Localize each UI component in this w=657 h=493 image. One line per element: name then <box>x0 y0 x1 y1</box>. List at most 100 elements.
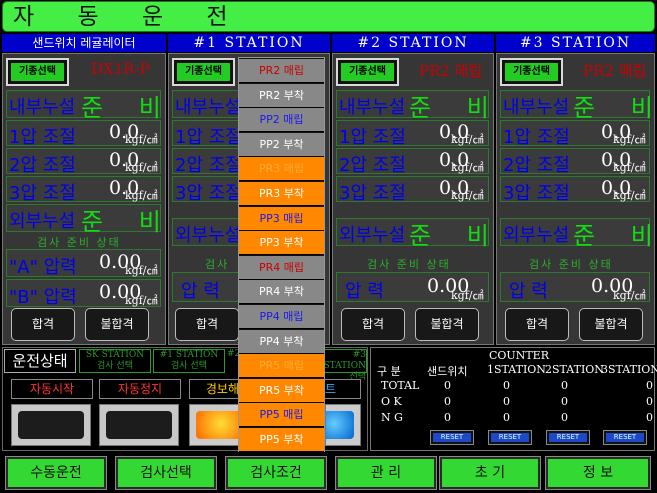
model-select-button[interactable]: 기종선택 <box>500 58 563 86</box>
nav-initialize-button[interactable]: 초 기 <box>439 456 541 490</box>
counter-value: 0 <box>561 395 568 408</box>
counter-header: 2STATION <box>545 363 604 376</box>
row-pressure2: 2압 조절 0.0 kgf/㎠ <box>500 148 650 176</box>
reset-button-station1[interactable]: RESET <box>488 430 532 445</box>
alarm-reset-label: 경보해 <box>189 379 239 399</box>
row-pressure3: 3압 조절 0.0 kgf/㎠ <box>336 176 489 204</box>
dropdown-item[interactable]: PP3 매립 <box>239 206 324 231</box>
dropdown-item[interactable]: PR4 매립 <box>239 255 324 280</box>
reset-button-sandwich[interactable]: RESET <box>430 430 474 445</box>
operation-title: 운전상태 <box>4 349 76 373</box>
counter-value: 0 <box>503 379 510 392</box>
row-internal-leak: 내부누설 준 비 <box>500 90 653 122</box>
row-pressure: 압 력 0.00 kgf/㎠ <box>336 272 489 302</box>
model-select-button[interactable]: 기종선택 <box>172 58 235 86</box>
row-pressure3: 3압 조절 0.0 kgf/㎠ <box>500 176 650 204</box>
dropdown-item[interactable]: PR5 매립 <box>239 354 324 379</box>
status-text: 검사 준비 상태 <box>529 258 613 271</box>
dropdown-item[interactable]: PP2 부착 <box>239 132 324 157</box>
dropdown-item[interactable]: PR2 부착 <box>239 83 324 108</box>
reset-button-station2[interactable]: RESET <box>546 430 590 445</box>
tab-station3[interactable]: #3 STATION 선택 <box>321 349 367 382</box>
selected-model: PR2 매립 <box>583 62 647 80</box>
model-dropdown-list[interactable]: PR2 매립 PR2 부착 PP2 매립 PP2 부착 PR3 매립 PR3 부착 PP3 … <box>238 57 325 452</box>
dropdown-item[interactable]: PP5 부착 <box>239 428 324 452</box>
row-pressure-b: "B" 압력 0.00 kgf/㎠ <box>6 279 161 308</box>
auto-stop-label: 자동정지 <box>99 379 181 399</box>
dropdown-item[interactable]: PR2 매립 <box>239 59 324 83</box>
selected-model: PR2 매립 <box>419 62 483 80</box>
dropdown-item[interactable]: PP4 부착 <box>239 329 324 354</box>
counter-value: 0 <box>561 379 568 392</box>
column-header-station2: #2 STATION <box>332 34 494 52</box>
counter-value: 0 <box>503 395 510 408</box>
nav-inspection-condition-button[interactable]: 검사조건 <box>225 456 327 490</box>
row-external-leak: 외부누설 준 비 <box>336 218 489 250</box>
counter-row-label: O K <box>381 395 402 408</box>
column-header-station1: #1 STATION <box>168 34 330 52</box>
counter-header: 샌드위치 <box>427 365 468 378</box>
nav-inspection-select-button[interactable]: 검사선택 <box>115 456 217 490</box>
counter-value: 0 <box>444 379 451 392</box>
dropdown-item[interactable]: PR3 부착 <box>239 182 324 206</box>
panel-sandwich: 기종선택 DX1R-P 내부누설 준 비 1압 조절 0.0 kgf/㎠ 2압 조절 0… <box>2 53 166 345</box>
row-pressure1: 1압 조절 0.0 kgf/㎠ <box>6 120 161 148</box>
model-select-button[interactable]: 기종선택 <box>6 58 69 86</box>
selected-model: DX1R-P <box>91 60 150 78</box>
counter-value: 0 <box>646 395 653 408</box>
reset-button[interactable] <box>325 404 361 446</box>
reset-button-station3[interactable]: RESET <box>603 430 647 445</box>
counter-row-label: N G <box>381 411 403 424</box>
page-title: 자 동 운 전 <box>13 4 246 30</box>
counter-header: 1STATION <box>487 363 546 376</box>
pass-button[interactable]: 합격 <box>11 308 75 341</box>
tab-station2[interactable]: #2 <box>227 349 240 373</box>
counter-title: COUNTER <box>489 349 549 362</box>
panel-station2: 기종선택 PR2 매립 내부누설 준 비 1압 조절 0.0 kgf/㎠ 2압 조절 0… <box>332 53 494 345</box>
dropdown-item[interactable]: PP4 매립 <box>239 305 324 329</box>
dropdown-item[interactable]: PR5 부착 <box>239 378 324 403</box>
nav-info-button[interactable]: 정 보 <box>545 456 651 490</box>
row-pressure2: 2압 조절 0.0 kgf/㎠ <box>336 148 489 176</box>
auto-start-button[interactable] <box>11 404 91 446</box>
row-external-leak: 외부누설 준 비 <box>500 218 653 250</box>
status-text: 검사 준비 상태 <box>367 258 451 271</box>
nav-manual-operation-button[interactable]: 수동운전 <box>5 456 107 490</box>
counter-header: 구 분 <box>377 365 401 378</box>
dropdown-item[interactable]: PP3 부착 <box>239 231 324 256</box>
nav-management-button[interactable]: 관 리 <box>335 456 437 490</box>
dropdown-item[interactable]: PP2 매립 <box>239 108 324 133</box>
fail-button[interactable]: 불합격 <box>579 308 643 341</box>
pass-button[interactable]: 합격 <box>505 308 569 341</box>
fail-button[interactable]: 불합격 <box>415 308 479 341</box>
row-pressure2: 2압 조절 0.0 kgf/㎠ <box>6 148 161 176</box>
pass-button[interactable]: 합격 <box>341 308 405 341</box>
counter-value: 0 <box>646 379 653 392</box>
counter-value: 0 <box>444 395 451 408</box>
counter-row-label: TOTAL <box>381 379 420 392</box>
pass-button[interactable]: 합격 <box>175 308 239 341</box>
row-external-leak: 외부누설 준 비 <box>6 204 161 236</box>
row-internal-leak: 내부누설 준 비 <box>6 90 161 122</box>
auto-stop-button[interactable] <box>99 404 179 446</box>
counter-value: 0 <box>503 411 510 424</box>
row-pressure1: 1압 조절 0.0 kgf/㎠ <box>336 120 489 148</box>
dropdown-item[interactable]: PR4 부착 <box>239 280 324 305</box>
title-bar: 자 동 운 전 <box>2 1 655 32</box>
tab-sk-station[interactable]: SK STATION 검사 선택 <box>79 349 151 373</box>
fail-button[interactable]: 불합격 <box>85 308 149 341</box>
column-header-sandwich: 샌드위치 레귤레이터 <box>2 34 166 52</box>
alarm-reset-button[interactable] <box>189 404 239 446</box>
column-header-station3: #3 STATION <box>496 34 655 52</box>
reset-label: 트 <box>325 379 361 399</box>
row-pressure3: 3압 조절 0.0 kgf/㎠ <box>6 176 161 204</box>
model-select-button[interactable]: 기종선택 <box>336 58 399 86</box>
row-pressure: 압 력 0.00 kgf/㎠ <box>500 272 650 302</box>
row-internal-leak: 내부누설 준 비 <box>336 90 489 122</box>
tab-station1[interactable]: #1 STATION 검사 선택 <box>153 349 225 373</box>
counter-value: 0 <box>561 411 568 424</box>
dropdown-item[interactable]: PP5 매립 <box>239 403 324 428</box>
row-pressure-a: "A" 압력 0.00 kgf/㎠ <box>6 249 161 278</box>
status-text: 검사 <box>205 258 230 271</box>
dropdown-item[interactable]: PR3 매립 <box>239 157 324 182</box>
